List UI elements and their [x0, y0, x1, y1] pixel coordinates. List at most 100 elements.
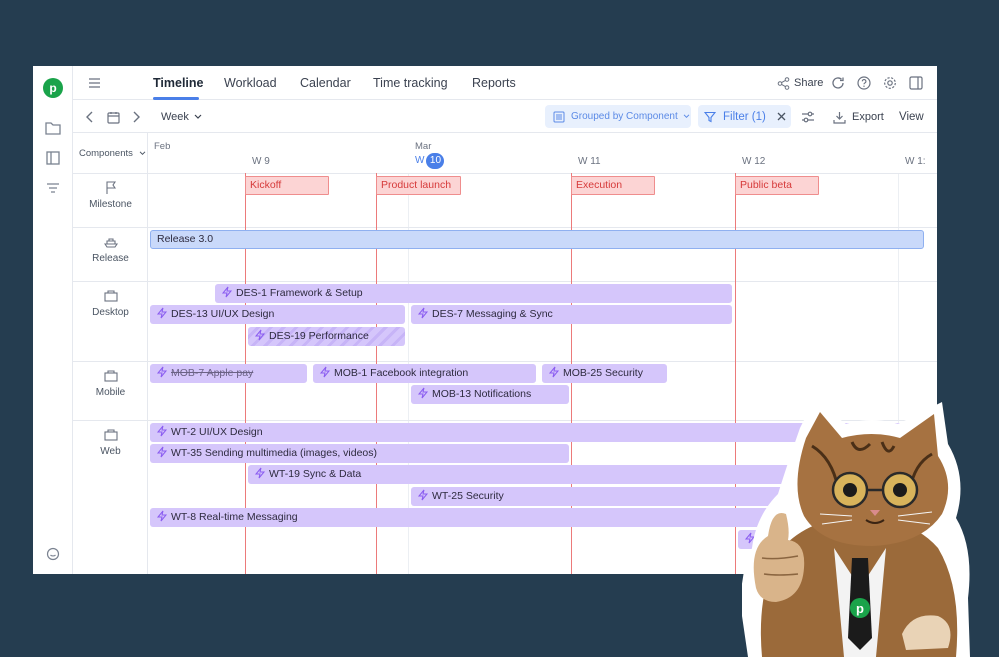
export-button[interactable]: Export: [833, 109, 884, 125]
bolt-icon: [548, 366, 560, 378]
task-bar[interactable]: MOB-13 Notifications: [411, 385, 569, 404]
share-icon: [777, 76, 790, 90]
close-icon[interactable]: [777, 112, 786, 121]
week-label: W 11: [578, 156, 601, 167]
task-bar[interactable]: WT-35 Sending multimedia (images, videos…: [150, 444, 569, 463]
tab-workload[interactable]: Workload: [224, 76, 277, 90]
box-icon: [103, 290, 118, 302]
share-button[interactable]: Share: [777, 75, 823, 91]
bolt-icon: [319, 366, 331, 378]
list-icon: [553, 111, 565, 122]
calendar-icon[interactable]: [107, 109, 120, 125]
bolt-icon: [254, 467, 266, 479]
filter-button[interactable]: Filter (1): [698, 105, 791, 128]
toolbar: Week Grouped by Component Filter (1) Exp…: [73, 100, 937, 133]
tab-calendar[interactable]: Calendar: [300, 76, 351, 90]
task-label: MOB-1 Facebook integration: [334, 367, 469, 379]
task-bar[interactable]: MOB-25 Security: [542, 364, 667, 383]
bolt-icon: [156, 307, 168, 319]
task-label: WT-35 Sending multimedia (images, videos…: [171, 447, 378, 459]
tab-reports[interactable]: Reports: [472, 76, 516, 90]
svg-text:p: p: [856, 601, 864, 616]
month-label: Feb: [154, 141, 171, 152]
task-label: DES-19 Performance: [269, 330, 369, 342]
help-icon[interactable]: [857, 75, 871, 91]
task-label: MOB-7 Apple pay: [171, 367, 254, 379]
scale-select[interactable]: Week: [161, 109, 202, 125]
refresh-icon[interactable]: [831, 75, 845, 91]
row-label-desktop: Desktop: [92, 307, 129, 318]
task-bar[interactable]: DES-7 Messaging & Sync: [411, 305, 732, 324]
milestone-public-beta[interactable]: Public beta: [735, 176, 819, 195]
task-bar[interactable]: DES-19 Performance: [248, 327, 405, 346]
ship-icon: [103, 238, 118, 248]
task-label: DES-7 Messaging & Sync: [432, 308, 553, 320]
sliders-icon[interactable]: [801, 109, 815, 125]
milestone-kickoff[interactable]: Kickoff: [245, 176, 329, 195]
components-label: Components: [79, 148, 133, 159]
task-label: DES-13 UI/UX Design: [171, 308, 275, 320]
task-label: WT-19 Sync & Data: [269, 468, 362, 480]
cat-mascot-image: p: [742, 400, 970, 657]
row-release: Release: [73, 235, 148, 264]
share-label: Share: [794, 77, 824, 89]
bolt-icon: [156, 510, 168, 522]
milestone-execution[interactable]: Execution: [571, 176, 655, 195]
tab-time-tracking[interactable]: Time tracking: [373, 76, 448, 90]
chevron-down-icon: [683, 114, 690, 119]
task-bar[interactable]: MOB-7 Apple pay: [150, 364, 307, 383]
week-label: W: [415, 155, 425, 166]
task-bar[interactable]: MOB-1 Facebook integration: [313, 364, 536, 383]
view-button[interactable]: View: [899, 109, 924, 125]
board-icon[interactable]: [43, 148, 63, 168]
row-label-release: Release: [92, 253, 129, 264]
tab-timeline[interactable]: Timeline: [153, 76, 203, 90]
row-label-mobile: Mobile: [95, 387, 126, 398]
task-bar[interactable]: DES-1 Framework & Setup: [215, 284, 732, 303]
task-bar[interactable]: DES-13 UI/UX Design: [150, 305, 405, 324]
flag-icon: [105, 181, 116, 194]
today-badge: 10: [426, 153, 445, 169]
row-divider: [73, 227, 937, 228]
component-column: Components Milestone Release Desktop Mob…: [73, 133, 148, 574]
week-label-current: W 10: [415, 153, 445, 169]
task-label: WT-8 Real-time Messaging: [171, 511, 298, 523]
chevron-down-icon: [139, 151, 145, 156]
bolt-icon: [417, 489, 429, 501]
task-label: MOB-25 Security: [563, 367, 643, 379]
bolt-icon: [156, 425, 168, 437]
group-by-select[interactable]: Grouped by Component: [545, 105, 691, 128]
week-label: W 9: [252, 156, 270, 167]
chat-icon[interactable]: [43, 544, 63, 564]
chevron-left-icon[interactable]: [85, 109, 95, 125]
week-label: W 1:: [905, 156, 926, 167]
row-milestone: Milestone: [73, 181, 148, 210]
chevron-right-icon[interactable]: [131, 109, 141, 125]
week-label: W 12: [742, 156, 766, 167]
month-label: Mar: [415, 141, 432, 152]
release-bar[interactable]: Release 3.0: [150, 230, 924, 249]
row-web: Web: [73, 428, 148, 457]
task-label: WT-2 UI/UX Design: [171, 426, 263, 438]
bolt-icon: [417, 387, 429, 399]
bolt-icon: [221, 286, 233, 298]
bolt-icon: [254, 329, 266, 341]
group-by-label: Grouped by Component: [571, 111, 678, 122]
components-select[interactable]: Components: [79, 148, 146, 159]
settings-icon[interactable]: [883, 75, 897, 91]
folder-icon[interactable]: [43, 118, 63, 138]
filter-list-icon[interactable]: [43, 178, 63, 198]
menu-icon[interactable]: [87, 75, 103, 91]
row-divider: [73, 361, 937, 362]
milestone-product-launch[interactable]: Product launch: [376, 176, 461, 195]
export-icon: [833, 111, 846, 124]
bolt-icon: [417, 307, 429, 319]
panel-icon[interactable]: [909, 75, 923, 91]
row-label-web: Web: [100, 446, 121, 457]
logo-icon[interactable]: p: [43, 78, 63, 98]
box-icon: [103, 370, 118, 382]
row-mobile: Mobile: [73, 369, 148, 398]
task-label: MOB-13 Notifications: [432, 388, 532, 400]
bolt-icon: [156, 446, 168, 458]
task-label: WT-25 Security: [432, 490, 504, 502]
